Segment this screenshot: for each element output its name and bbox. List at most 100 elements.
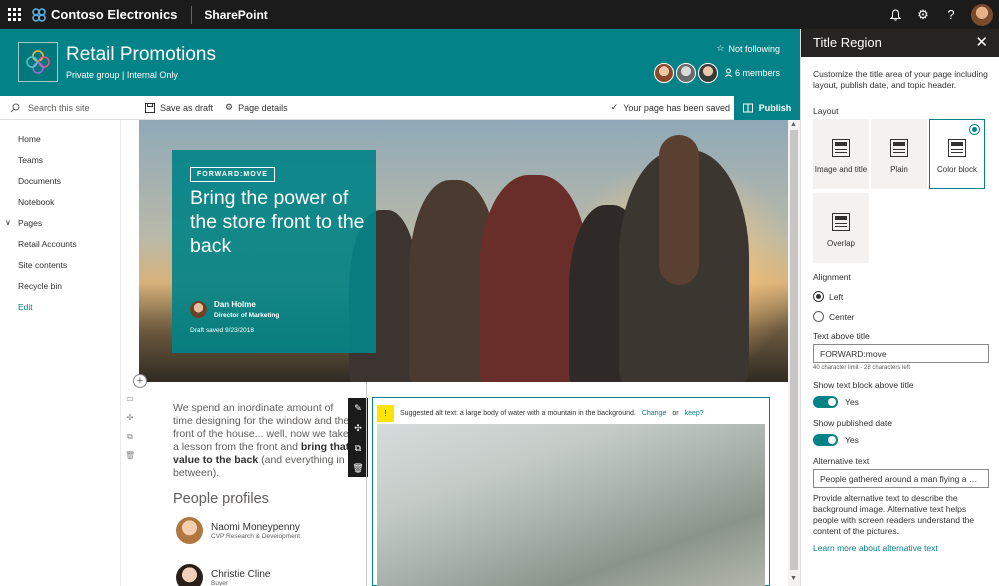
- layout-option-label: Image and title: [814, 165, 868, 174]
- webpart-toolbar: ✎ ✣ ⧉ 🗑: [348, 398, 368, 477]
- people-section-title: People profiles: [173, 491, 269, 507]
- save-status-label: Your page has been saved: [623, 102, 730, 113]
- selected-radio-icon: [969, 124, 980, 135]
- nav-item-retail-accounts[interactable]: Retail Accounts: [18, 239, 77, 249]
- help-icon[interactable]: ?: [937, 0, 965, 29]
- alignment-center-radio[interactable]: Center: [813, 311, 855, 322]
- scroll-down-icon[interactable]: ▼: [790, 575, 797, 582]
- show-block-toggle[interactable]: Yes: [813, 396, 859, 408]
- alt-text-help: Provide alternative text to describe the…: [813, 493, 975, 536]
- app-name[interactable]: SharePoint: [204, 8, 267, 22]
- nav-item-notebook[interactable]: Notebook: [18, 197, 54, 207]
- nav-item-documents[interactable]: Documents: [18, 176, 61, 186]
- layout-icon: [832, 213, 850, 231]
- avatar[interactable]: [971, 3, 993, 26]
- flower-logo-icon: [26, 50, 50, 74]
- scrollbar-thumb[interactable]: [790, 130, 798, 570]
- warning-icon: !: [377, 405, 394, 422]
- follow-button[interactable]: ☆ Not following: [716, 43, 780, 54]
- search-placeholder: Search this site: [28, 102, 90, 113]
- search-input[interactable]: Search this site: [0, 103, 121, 113]
- person-icon: [724, 68, 733, 79]
- waffle-icon[interactable]: [0, 0, 28, 29]
- layout-option-label: Color block: [936, 165, 977, 174]
- page-canvas: FORWARD:MOVE Bring the power of the stor…: [121, 120, 788, 586]
- delete-icon[interactable]: 🗑: [125, 451, 135, 470]
- image-webpart[interactable]: ! Suggested alt text: a large body of wa…: [372, 397, 770, 586]
- members[interactable]: 6 members: [653, 63, 780, 83]
- layout-option-label: Plain: [890, 165, 908, 174]
- brand[interactable]: Contoso Electronics: [28, 7, 177, 22]
- text-above-label: Text above title: [813, 331, 870, 341]
- nav-item-recycle-bin[interactable]: Recycle bin: [18, 281, 62, 291]
- copy-icon[interactable]: ⧉: [125, 432, 135, 451]
- delete-icon[interactable]: 🗑: [348, 458, 368, 478]
- author-role: Director of Marketing: [214, 312, 280, 319]
- site-subtitle: Private group | Internal Only: [66, 70, 178, 80]
- topic-header[interactable]: FORWARD:MOVE: [190, 167, 275, 182]
- avatar: [697, 63, 718, 83]
- layout-image-and-title[interactable]: Image and title: [813, 119, 869, 189]
- alt-keep-link[interactable]: keep?: [685, 410, 704, 417]
- site-logo[interactable]: [18, 42, 58, 82]
- layout-label: Layout: [813, 106, 839, 116]
- alt-change-link[interactable]: Change: [642, 410, 667, 417]
- show-date-label: Show published date: [813, 418, 892, 428]
- bell-icon[interactable]: [881, 0, 909, 29]
- alt-or-label: or: [672, 410, 679, 417]
- avatar: [653, 63, 674, 83]
- page-title[interactable]: Bring the power of the store front to th…: [190, 186, 370, 258]
- move-icon[interactable]: ✣: [348, 418, 368, 438]
- layout-plain[interactable]: Plain: [871, 119, 927, 189]
- toggle-switch[interactable]: [813, 396, 838, 408]
- alt-text-input[interactable]: People gathered around a man flying a dr…: [813, 469, 989, 488]
- book-icon: [742, 103, 753, 112]
- alt-text-label: Alternative text: [813, 456, 870, 466]
- site-title: Retail Promotions: [66, 44, 216, 65]
- nav-item-pages[interactable]: Pages: [18, 218, 42, 228]
- title-color-block[interactable]: FORWARD:MOVE Bring the power of the stor…: [172, 150, 376, 353]
- nav-item-teams[interactable]: Teams: [18, 155, 43, 165]
- mountain-image[interactable]: [377, 424, 765, 586]
- nav-edit-link[interactable]: Edit: [18, 302, 33, 312]
- scrollbar[interactable]: ▲ ▼: [788, 120, 800, 586]
- close-icon[interactable]: ✕: [975, 33, 988, 51]
- alignment-label: Alignment: [813, 272, 851, 282]
- profile-name: Naomi Moneypenny: [211, 521, 300, 533]
- check-icon: ✓: [610, 102, 619, 112]
- profile-card[interactable]: Naomi Moneypenny CVP Research & Developm…: [176, 517, 300, 544]
- star-icon: ☆: [716, 43, 725, 53]
- copy-icon[interactable]: ⧉: [348, 438, 368, 458]
- learn-more-link[interactable]: Learn more about alternative text: [813, 543, 938, 553]
- site-header: Retail Promotions Private group | Intern…: [0, 29, 800, 96]
- layout-overlap[interactable]: Overlap: [813, 193, 869, 263]
- page-details-label: Page details: [238, 102, 288, 113]
- search-icon: [10, 103, 20, 112]
- profile-card[interactable]: Christie Cline Buyer: [176, 564, 270, 586]
- pencil-icon[interactable]: ✎: [348, 398, 368, 418]
- text-webpart[interactable]: We spend an inordinate amount of time de…: [173, 402, 351, 480]
- hero-image[interactable]: FORWARD:MOVE Bring the power of the stor…: [139, 120, 788, 382]
- scroll-up-icon[interactable]: ▲: [790, 121, 797, 128]
- alignment-left-radio[interactable]: Left: [813, 291, 843, 302]
- add-section-button[interactable]: +: [133, 374, 147, 388]
- toggle-switch[interactable]: [813, 434, 838, 446]
- layout-icon: [890, 139, 908, 157]
- avatar: [176, 564, 203, 586]
- show-date-toggle[interactable]: Yes: [813, 434, 859, 446]
- chevron-down-icon[interactable]: ∨: [5, 218, 11, 227]
- layout-color-block[interactable]: Color block: [929, 119, 985, 189]
- text-above-input[interactable]: FORWARD:move: [813, 344, 989, 363]
- suite-bar: Contoso Electronics SharePoint ⚙ ?: [0, 0, 999, 29]
- page-details-button[interactable]: ⚙ Page details: [225, 102, 288, 113]
- gear-icon[interactable]: ⚙: [909, 0, 937, 29]
- nav-item-site-contents[interactable]: Site contents: [18, 260, 67, 270]
- move-icon[interactable]: ✣: [125, 413, 135, 432]
- edit-section-icon[interactable]: ▭: [125, 394, 135, 413]
- save-draft-label: Save as draft: [160, 102, 214, 113]
- avatar: [190, 301, 207, 318]
- show-block-label: Show text block above title: [813, 380, 914, 390]
- nav-item-home[interactable]: Home: [18, 134, 41, 144]
- save-draft-button[interactable]: Save as draft: [145, 102, 214, 113]
- publish-button[interactable]: Publish: [734, 95, 800, 120]
